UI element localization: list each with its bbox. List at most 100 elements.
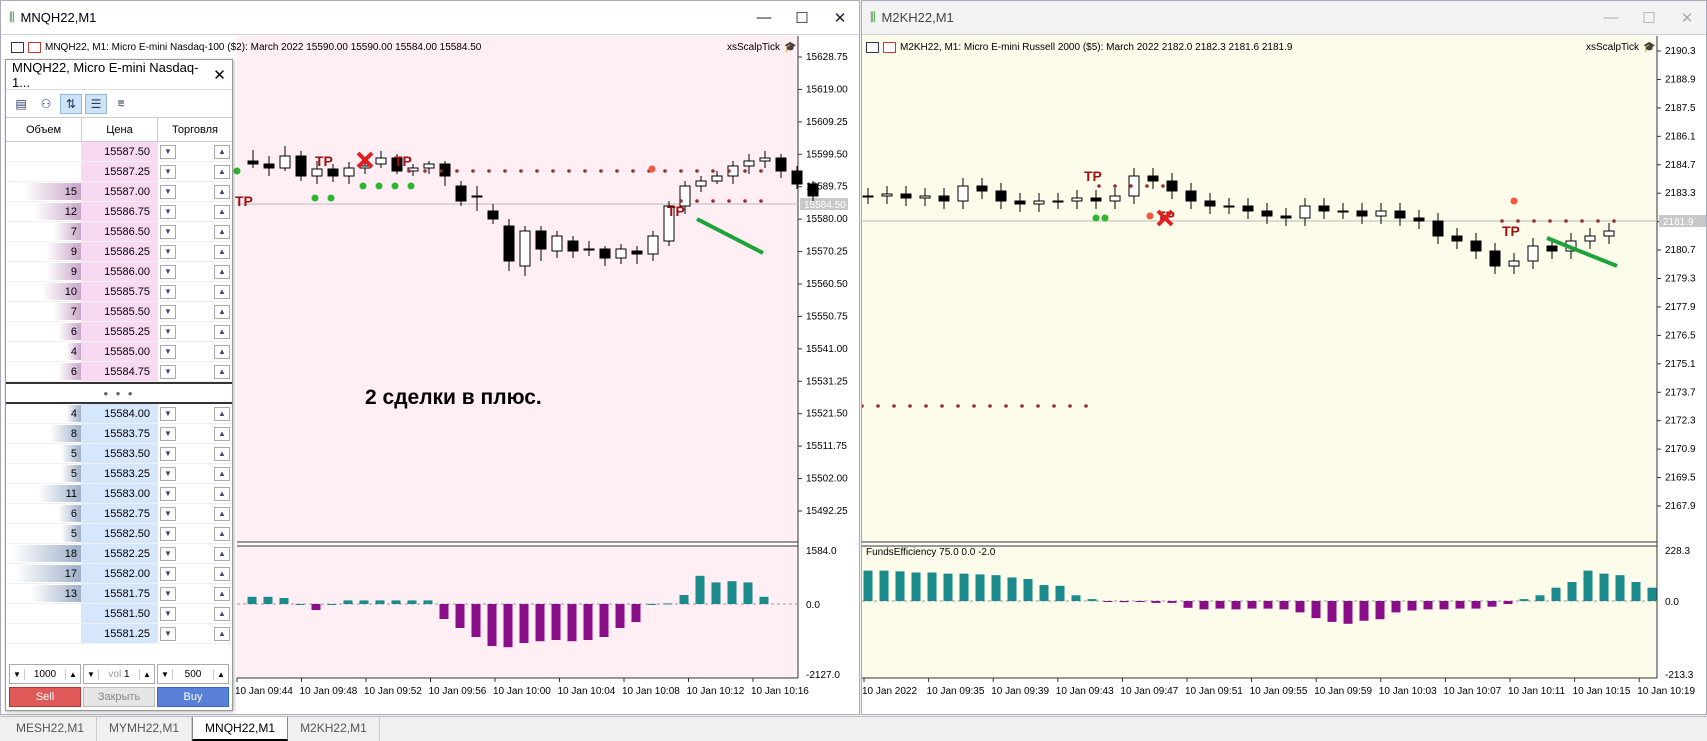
row-trade[interactable]: ▼ ▲: [158, 584, 232, 603]
window-titlebar[interactable]: ⫼ MNQH22,M1 — ☐ ✕: [1, 1, 859, 35]
spin-up-icon[interactable]: ▲: [140, 670, 154, 679]
chevron-up-icon[interactable]: ▲: [214, 364, 230, 379]
row-trade[interactable]: ▼ ▲: [158, 524, 232, 543]
chevron-up-icon[interactable]: ▲: [214, 406, 230, 421]
row-price[interactable]: 15585.50: [81, 302, 158, 321]
chevron-down-icon[interactable]: ▼: [160, 184, 176, 199]
oneclick-icon[interactable]: [28, 42, 41, 53]
row-price[interactable]: 15582.00: [81, 564, 158, 583]
row-price[interactable]: 15585.00: [81, 342, 158, 361]
chevron-down-icon[interactable]: ▼: [160, 364, 176, 379]
row-trade[interactable]: ▼ ▲: [158, 302, 232, 321]
row-trade[interactable]: ▼ ▲: [158, 142, 232, 161]
minimize-icon[interactable]: —: [745, 9, 783, 27]
chevron-down-icon[interactable]: ▼: [160, 626, 176, 641]
dom-row[interactable]: 11 15583.00 ▼ ▲: [6, 484, 232, 504]
center-icon[interactable]: ☰: [85, 93, 107, 114]
row-trade[interactable]: ▼ ▲: [158, 404, 232, 423]
chevron-up-icon[interactable]: ▲: [214, 486, 230, 501]
spin-up-icon[interactable]: ▲: [214, 670, 228, 679]
chevron-up-icon[interactable]: ▲: [214, 586, 230, 601]
volume-value[interactable]: vol 1: [98, 668, 140, 680]
chart-icon[interactable]: ▤: [10, 94, 32, 114]
row-trade[interactable]: ▼ ▲: [158, 342, 232, 361]
chevron-down-icon[interactable]: ▼: [160, 344, 176, 359]
chevron-up-icon[interactable]: ▲: [214, 324, 230, 339]
chevron-down-icon[interactable]: ▼: [160, 144, 176, 159]
chevron-down-icon[interactable]: ▼: [160, 224, 176, 239]
chevron-up-icon[interactable]: ▲: [214, 426, 230, 441]
row-price[interactable]: 15582.50: [81, 524, 158, 543]
row-price[interactable]: 15581.25: [81, 624, 158, 643]
chart-tab[interactable]: MNQH22,M1: [192, 717, 289, 741]
close-icon[interactable]: ✕: [821, 9, 859, 27]
chevron-up-icon[interactable]: ▲: [214, 284, 230, 299]
close-position-button[interactable]: Закрыть: [83, 687, 155, 707]
dom-row[interactable]: 5 15582.50 ▼ ▲: [6, 524, 232, 544]
dom-row[interactable]: 15587.50 ▼ ▲: [6, 142, 232, 162]
row-trade[interactable]: ▼ ▲: [158, 362, 232, 381]
chevron-up-icon[interactable]: ▲: [214, 204, 230, 219]
lot-right-spinner[interactable]: ▼ 500 ▲: [157, 664, 229, 684]
chevron-down-icon[interactable]: ▼: [160, 204, 176, 219]
chart-menu-icon[interactable]: [11, 42, 24, 53]
chevron-up-icon[interactable]: ▲: [214, 546, 230, 561]
volume-spinner[interactable]: ▼ vol 1 ▲: [83, 664, 155, 684]
row-price[interactable]: 15583.00: [81, 484, 158, 503]
chart-tab[interactable]: MYMH22,M1: [97, 717, 193, 741]
chevron-up-icon[interactable]: ▲: [214, 164, 230, 179]
chevron-down-icon[interactable]: ▼: [160, 284, 176, 299]
chart-tab[interactable]: MESH22,M1: [4, 717, 98, 741]
chevron-up-icon[interactable]: ▲: [214, 466, 230, 481]
dom-row[interactable]: 12 15586.75 ▼ ▲: [6, 202, 232, 222]
row-price[interactable]: 15586.50: [81, 222, 158, 241]
dom-row[interactable]: 9 15586.00 ▼ ▲: [6, 262, 232, 282]
chevron-up-icon[interactable]: ▲: [214, 606, 230, 621]
chevron-down-icon[interactable]: ▼: [160, 244, 176, 259]
chevron-up-icon[interactable]: ▲: [214, 626, 230, 641]
chevron-down-icon[interactable]: ▼: [160, 426, 176, 441]
maximize-icon[interactable]: ☐: [783, 9, 821, 27]
row-trade[interactable]: ▼ ▲: [158, 464, 232, 483]
chart-tab[interactable]: M2KH22,M1: [288, 717, 380, 741]
dom-titlebar[interactable]: MNQH22, Micro E-mini Nasdaq-1... ✕: [6, 60, 232, 90]
price-chart[interactable]: 2190.3 2188.9 2187.5 2186.1 2184.7 2183.3 2181…: [862, 36, 1706, 714]
lot-right-value[interactable]: 500: [172, 668, 214, 680]
chevron-up-icon[interactable]: ▲: [214, 566, 230, 581]
chevron-down-icon[interactable]: ▼: [160, 446, 176, 461]
row-trade[interactable]: ▼ ▲: [158, 604, 232, 623]
close-icon[interactable]: ✕: [1668, 9, 1706, 27]
chart-menu-icon[interactable]: [866, 42, 879, 53]
chevron-down-icon[interactable]: ▼: [160, 304, 176, 319]
dom-row[interactable]: 17 15582.00 ▼ ▲: [6, 564, 232, 584]
row-trade[interactable]: ▼ ▲: [158, 222, 232, 241]
chevron-up-icon[interactable]: ▲: [214, 144, 230, 159]
sort-icon[interactable]: ⇅: [60, 93, 82, 114]
chevron-up-icon[interactable]: ▲: [214, 264, 230, 279]
dom-row[interactable]: 15581.25 ▼ ▲: [6, 624, 232, 644]
dom-row[interactable]: 18 15582.25 ▼ ▲: [6, 544, 232, 564]
chevron-down-icon[interactable]: ▼: [160, 324, 176, 339]
row-price[interactable]: 15584.75: [81, 362, 158, 381]
row-trade[interactable]: ▼ ▲: [158, 424, 232, 443]
chevron-down-icon[interactable]: ▼: [160, 506, 176, 521]
chevron-down-icon[interactable]: ▼: [160, 486, 176, 501]
chevron-up-icon[interactable]: ▲: [214, 526, 230, 541]
row-price[interactable]: 15581.50: [81, 604, 158, 623]
close-icon[interactable]: ✕: [207, 66, 232, 84]
chevron-up-icon[interactable]: ▲: [214, 224, 230, 239]
dom-row[interactable]: 4 15584.00 ▼ ▲: [6, 404, 232, 424]
row-price[interactable]: 15586.00: [81, 262, 158, 281]
chevron-up-icon[interactable]: ▲: [214, 506, 230, 521]
ticks-icon[interactable]: ⚇: [35, 94, 57, 114]
row-trade[interactable]: ▼ ▲: [158, 282, 232, 301]
dom-row[interactable]: 5 15583.25 ▼ ▲: [6, 464, 232, 484]
chevron-down-icon[interactable]: ▼: [160, 546, 176, 561]
chevron-down-icon[interactable]: ▼: [160, 606, 176, 621]
dom-row[interactable]: 6 15582.75 ▼ ▲: [6, 504, 232, 524]
row-price[interactable]: 15585.25: [81, 322, 158, 341]
row-price[interactable]: 15584.00: [81, 404, 158, 423]
dom-row[interactable]: 15 15587.00 ▼ ▲: [6, 182, 232, 202]
levels-icon[interactable]: ⩳: [110, 94, 132, 114]
spin-down-icon[interactable]: ▼: [84, 670, 98, 679]
